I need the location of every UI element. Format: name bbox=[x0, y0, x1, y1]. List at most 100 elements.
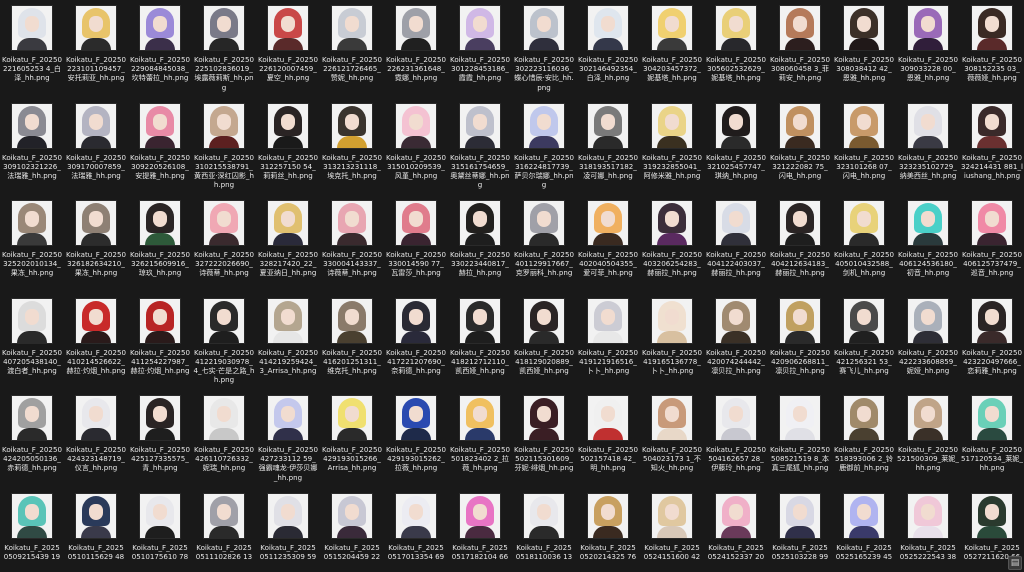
file-tile[interactable]: Koikatu_F_20250412219030978_4_七实·芒是之路_hh… bbox=[192, 293, 256, 391]
file-tile[interactable]: Koikatu_F_20250420074244442_凛贝拉_hh.png bbox=[704, 293, 768, 391]
file-tile[interactable]: Koikatu_F_2025 0509215439 19 bbox=[0, 488, 64, 572]
file-tile[interactable]: Koikatu_F_20250324214431 881_liushang_hh… bbox=[960, 98, 1024, 196]
image-thumbnail[interactable] bbox=[459, 395, 501, 441]
image-thumbnail[interactable] bbox=[651, 395, 693, 441]
image-thumbnail[interactable] bbox=[779, 102, 821, 149]
image-thumbnail[interactable] bbox=[203, 5, 245, 51]
file-tile[interactable]: Koikatu_F_20250323101268 07_闪电_hh.png bbox=[832, 98, 896, 196]
image-thumbnail[interactable] bbox=[843, 200, 885, 246]
file-tile[interactable]: Koikatu_F_20250328217420_22_夏亚纳日_hh.png bbox=[256, 195, 320, 293]
file-tile[interactable]: Koikatu_F_20250429193015266_Arrisa_hh.pn… bbox=[320, 390, 384, 488]
image-thumbnail[interactable] bbox=[779, 297, 821, 344]
file-tile[interactable]: Koikatu_F_20250319232855041_阿修米雅_hh.png bbox=[640, 98, 704, 196]
image-thumbnail[interactable] bbox=[331, 102, 373, 149]
file-tile[interactable]: Koikatu_F_2025 0510115629 48 bbox=[64, 488, 128, 572]
image-thumbnail[interactable] bbox=[11, 102, 53, 149]
image-thumbnail[interactable] bbox=[907, 102, 949, 149]
image-thumbnail[interactable] bbox=[395, 102, 437, 149]
file-tile[interactable]: Koikatu_F_20250301228453186_霞霞_hh.png bbox=[448, 0, 512, 98]
image-thumbnail[interactable] bbox=[267, 102, 309, 149]
image-thumbnail[interactable] bbox=[11, 5, 53, 51]
file-tile[interactable]: Koikatu_F_20250517120534_莱妮_hh.png bbox=[960, 390, 1024, 488]
file-tile[interactable]: Koikatu_F_20250502157418 42_明_hh.png bbox=[576, 390, 640, 488]
image-thumbnail[interactable] bbox=[75, 5, 117, 51]
file-tile[interactable]: Koikatu_F_20250405010432588_剑机_hh.png bbox=[832, 195, 896, 293]
file-tile[interactable]: Koikatu_F_2025 0517013354 69 bbox=[384, 488, 448, 572]
file-tile[interactable]: Koikatu_F_20250411254227987_赫拉·灼烟_hh.png bbox=[128, 293, 192, 391]
file-tile[interactable]: Koikatu_F_20250504162657 28_伊藤玲_hh.png bbox=[704, 390, 768, 488]
file-tile[interactable]: Koikatu_F_20250401129917667_克罗丽科_hh.png bbox=[512, 195, 576, 293]
image-thumbnail[interactable] bbox=[651, 102, 693, 149]
image-thumbnail[interactable] bbox=[523, 200, 565, 246]
image-thumbnail[interactable] bbox=[395, 5, 437, 51]
file-tile[interactable]: Koikatu_F_2025 0517182104 66 bbox=[448, 488, 512, 572]
file-tile[interactable]: Koikatu_F_20250426110726332_妮瑞_hh.png bbox=[192, 390, 256, 488]
file-tile[interactable]: Koikatu_F_20250330004143337_诗薇蒂_hh.png bbox=[320, 195, 384, 293]
image-thumbnail[interactable] bbox=[715, 102, 757, 149]
image-thumbnail[interactable] bbox=[203, 492, 245, 539]
file-tile[interactable]: Koikatu_F_20250403206254283_赫丽拉_hh.png bbox=[640, 195, 704, 293]
image-thumbnail[interactable] bbox=[523, 492, 565, 539]
file-tile[interactable]: Koikatu_F_20250419121916516_卜卜_hh.png bbox=[576, 293, 640, 391]
file-tile[interactable]: Koikatu_F_20250226120007459_夏空_hh.png bbox=[256, 0, 320, 98]
image-thumbnail[interactable] bbox=[907, 492, 949, 539]
image-thumbnail[interactable] bbox=[587, 5, 629, 51]
file-tile[interactable]: Koikatu_F_20250308038412 42_恩雅_hh.png bbox=[832, 0, 896, 98]
file-tile[interactable]: Koikatu_F_20250418212712110_凯西娅_hh.png bbox=[448, 293, 512, 391]
image-thumbnail[interactable] bbox=[11, 297, 53, 344]
file-tile[interactable]: Koikatu_F_2025 0515204459 22 bbox=[320, 488, 384, 572]
image-thumbnail[interactable] bbox=[139, 297, 181, 344]
file-tile[interactable]: Koikatu_F_20250326182634210_果冻_hh.png bbox=[64, 195, 128, 293]
file-tile[interactable]: Koikatu_F_20250410214526622_赫拉·灼烟_hh.png bbox=[64, 293, 128, 391]
file-tile[interactable]: Koikatu_F_20250418129020889_凯西娅_hh.png bbox=[512, 293, 576, 391]
image-thumbnail[interactable] bbox=[971, 5, 1013, 51]
image-thumbnail[interactable] bbox=[459, 200, 501, 246]
image-thumbnail[interactable] bbox=[587, 297, 629, 344]
image-thumbnail[interactable] bbox=[139, 102, 181, 149]
file-tile[interactable]: Koikatu_F_20250309033228 00_恩雅_hh.png bbox=[896, 0, 960, 98]
file-tile[interactable]: Koikatu_F_20250323235102729_纳美西丝_hh.png bbox=[896, 98, 960, 196]
file-tile[interactable]: Koikatu_F_20250312257150 54_莉莉丝_hh.png bbox=[256, 98, 320, 196]
image-thumbnail[interactable] bbox=[395, 200, 437, 246]
file-tile[interactable]: Koikatu_F_20250501823402 2_拉薇_hh.png bbox=[448, 390, 512, 488]
image-thumbnail[interactable] bbox=[971, 297, 1013, 344]
file-tile[interactable]: Koikatu_F_20250308060458 3_菲莉安_hh.png bbox=[768, 0, 832, 98]
file-tile[interactable]: Koikatu_F_2025 0524152337 20 bbox=[704, 488, 768, 572]
file-tile[interactable]: Koikatu_F_20250508521519 8_本真三尾狐_hh.png bbox=[768, 390, 832, 488]
file-tile[interactable]: Koikatu_F_20250325202010134_果冻_hh.png bbox=[0, 195, 64, 293]
file-tile[interactable]: Koikatu_F_20250414219259424_3_Arrisa_hh.… bbox=[256, 293, 320, 391]
file-tile[interactable]: Koikatu_F_2025 0524151600 42 bbox=[640, 488, 704, 572]
file-tile[interactable]: Koikatu_F_20250427233112 59_强霸魂龙·伊莎贝娜_hh… bbox=[256, 390, 320, 488]
image-thumbnail[interactable] bbox=[907, 297, 949, 344]
image-thumbnail[interactable] bbox=[971, 102, 1013, 149]
image-thumbnail[interactable] bbox=[267, 5, 309, 51]
image-thumbnail[interactable] bbox=[651, 492, 693, 539]
file-tile[interactable]: Koikatu_F_20250327222026690_诗薇蒂_hh.png bbox=[192, 195, 256, 293]
file-tile[interactable]: Koikatu_F_20250304203457372_妮基塔_hh.png bbox=[640, 0, 704, 98]
image-thumbnail[interactable] bbox=[331, 492, 373, 539]
image-thumbnail[interactable] bbox=[971, 200, 1013, 246]
file-tile[interactable]: Koikatu_F_20250404212634183_赫丽拉_hh.png bbox=[768, 195, 832, 293]
image-thumbnail[interactable] bbox=[75, 395, 117, 441]
image-thumbnail[interactable] bbox=[715, 297, 757, 344]
image-thumbnail[interactable] bbox=[139, 395, 181, 441]
file-tile[interactable]: Koikatu_F_20250226231361648_霓娜_hh.png bbox=[384, 0, 448, 98]
file-tile[interactable]: Koikatu_F_20250404122403037_赫丽拉_hh.png bbox=[704, 195, 768, 293]
image-thumbnail[interactable] bbox=[75, 200, 117, 246]
image-thumbnail[interactable] bbox=[715, 5, 757, 51]
file-tile[interactable]: Koikatu_F_2025 0520214325 76 bbox=[576, 488, 640, 572]
image-thumbnail[interactable] bbox=[11, 200, 53, 246]
file-tile[interactable]: Koikatu_F_20250422233608859_妮娅_hh.png bbox=[896, 293, 960, 391]
file-tile[interactable]: Koikatu_F_2025 0511102826 13 bbox=[192, 488, 256, 572]
file-tile[interactable]: Koikatu_F_20250321222082 75_闪电_hh.png bbox=[768, 98, 832, 196]
file-tile[interactable]: Koikatu_F_20250302223116036_蝶心惜辰·安比_hh.p… bbox=[512, 0, 576, 98]
file-tile[interactable]: Koikatu_F_20250330014590 77_瓦雷莎_hh.png bbox=[384, 195, 448, 293]
file-tile[interactable]: Koikatu_F_20250308152235 03_薇薇娅_hh.png bbox=[960, 0, 1024, 98]
image-thumbnail[interactable] bbox=[523, 297, 565, 344]
file-tile[interactable]: Koikatu_F_2025 0511235309 59 bbox=[256, 488, 320, 572]
file-tile[interactable]: Koikatu_F_20250425127335575_青_hh.png bbox=[128, 390, 192, 488]
file-tile[interactable]: Koikatu_F_20250313213231118_埃克托_hh.png bbox=[320, 98, 384, 196]
image-thumbnail[interactable] bbox=[971, 395, 1013, 441]
file-tile[interactable]: Koikatu_F_20250315010209539_风堇_hh.png bbox=[384, 98, 448, 196]
image-thumbnail[interactable] bbox=[523, 395, 565, 441]
